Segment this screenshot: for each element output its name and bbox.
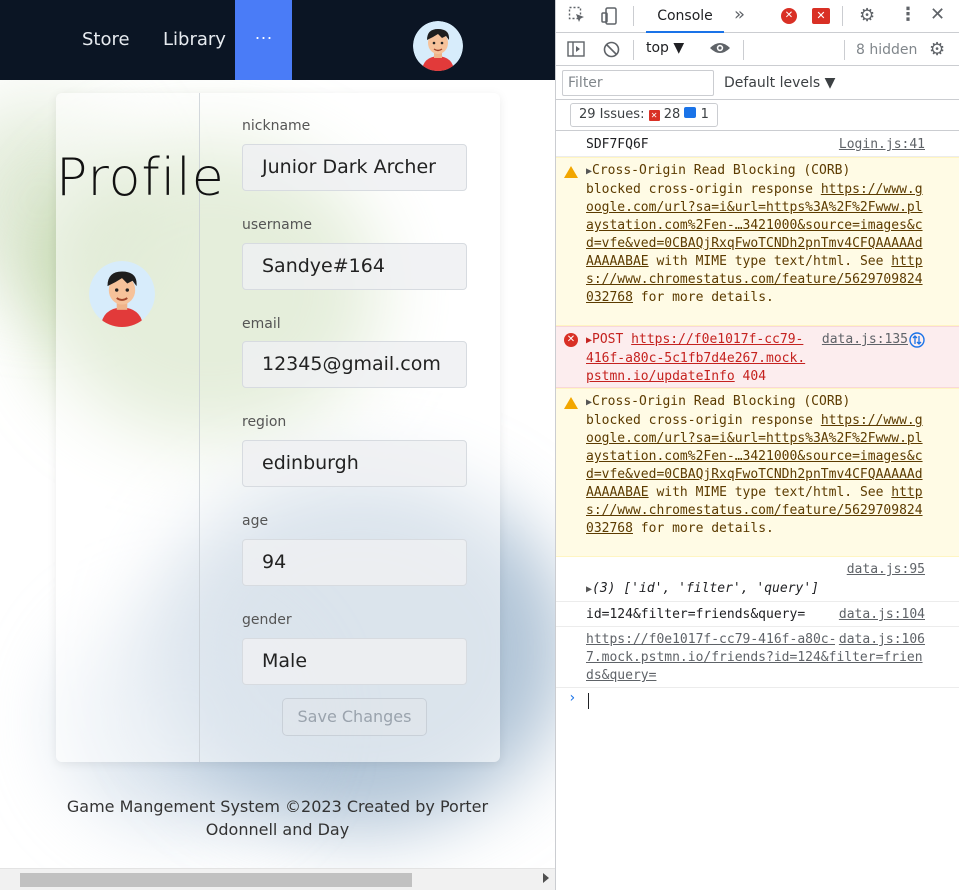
scroll-right-arrow-icon[interactable]: [543, 873, 549, 883]
warning-text: blocked cross-origin response: [586, 182, 821, 197]
warning-text-post: for more details.: [632, 521, 774, 536]
warning-text: blocked cross-origin response: [586, 413, 821, 428]
filter-input[interactable]: Filter: [562, 70, 714, 96]
age-label: age: [242, 513, 269, 529]
message-source-link[interactable]: data.js:95: [847, 561, 925, 579]
show-sidebar-icon[interactable]: [567, 41, 585, 61]
warning-icon: [564, 164, 578, 178]
top-navbar: Store Library ···: [0, 0, 555, 80]
issues-label: 29 Issues:: [579, 107, 645, 122]
footer: Game Mangement System ©2023 Created by P…: [0, 795, 555, 841]
text-caret: [588, 693, 589, 709]
context-select[interactable]: top ▼: [646, 40, 684, 56]
network-request-icon[interactable]: [909, 332, 925, 354]
issues-error-count: 28: [663, 107, 681, 122]
game-management-app: Store Library ··· Profile nickname Junio…: [0, 0, 555, 890]
age-field[interactable]: 94: [242, 539, 467, 586]
error-status: 404: [742, 369, 767, 384]
kebab-menu-icon[interactable]: ⋮: [899, 4, 917, 25]
clear-console-icon[interactable]: [603, 41, 620, 62]
console-message-error: ✕ ▶POST https://f0e1017f-cc79-416f-a80c-…: [556, 326, 959, 388]
console-message-log: SDF7FQ6F Login.js:41: [556, 132, 959, 157]
profile-card: Profile nickname Junior Dark Archer user…: [56, 93, 500, 762]
nav-library-link[interactable]: Library: [163, 0, 226, 80]
more-tabs-chevron-icon[interactable]: »: [734, 4, 745, 25]
gender-field[interactable]: Male: [242, 638, 467, 685]
log-levels-dropdown[interactable]: Default levels ▼: [724, 75, 835, 91]
console-prompt[interactable]: ›: [556, 688, 959, 714]
issues-info-icon: [684, 107, 697, 118]
profile-avatar-icon[interactable]: [89, 261, 155, 327]
error-icon: ✕: [564, 333, 578, 347]
issues-button[interactable]: 29 Issues: ✕ 28 1: [570, 103, 718, 127]
warning-title: Cross-Origin Read Blocking (CORB): [592, 394, 851, 409]
message-source-link[interactable]: data.js:135: [822, 331, 908, 349]
console-settings-gear-icon[interactable]: ⚙: [929, 39, 945, 60]
message-source-link[interactable]: data.js:104: [839, 606, 925, 624]
warning-icon: [564, 395, 578, 409]
footer-line-1: Game Mangement System ©2023 Created by P…: [66, 797, 489, 816]
hidden-messages-count: 8 hidden: [856, 42, 918, 58]
issues-info-count: 1: [700, 107, 709, 122]
gender-label: gender: [242, 612, 292, 628]
page-title: Profile: [56, 148, 225, 208]
save-changes-button[interactable]: Save Changes: [282, 698, 427, 736]
message-source-link[interactable]: data.js:106: [834, 631, 925, 649]
console-message-log: data.js:95 ▶(3) ['id', 'filter', 'query'…: [556, 557, 959, 602]
live-expression-eye-icon[interactable]: [709, 40, 731, 60]
nickname-field[interactable]: Junior Dark Archer: [242, 144, 467, 191]
console-message-log: https://f0e1017f-cc79-416f-a80c-5c1fb7d4…: [556, 627, 959, 688]
tab-console[interactable]: Console: [646, 0, 724, 33]
user-avatar-icon[interactable]: [413, 21, 463, 71]
array-preview: (3) ['id', 'filter', 'query']: [592, 581, 820, 596]
console-message-warning: ▶Cross-Origin Read Blocking (CORB) block…: [556, 388, 959, 557]
message-source-link[interactable]: Login.js:41: [839, 136, 925, 154]
nav-store-link[interactable]: Store: [82, 0, 130, 80]
device-toolbar-icon[interactable]: [600, 6, 620, 30]
warning-text-mid: with MIME type text/html. See: [648, 485, 892, 500]
console-filter-bar: Filter Default levels ▼: [556, 67, 959, 100]
region-field[interactable]: edinburgh: [242, 440, 467, 487]
region-label: region: [242, 414, 287, 430]
devtools-tabbar: Console » ✕ ✕ ⚙ ⋮ ✕: [556, 0, 959, 33]
error-method: POST: [592, 332, 624, 347]
close-devtools-icon[interactable]: ✕: [930, 4, 945, 25]
issues-error-icon: ✕: [648, 110, 660, 121]
settings-gear-icon[interactable]: ⚙: [859, 5, 875, 26]
email-field[interactable]: 12345@gmail.com: [242, 341, 467, 388]
devtools-panel: Console » ✕ ✕ ⚙ ⋮ ✕ top ▼ 8 hidden ⚙ Fil…: [555, 0, 959, 890]
error-count-square-icon[interactable]: ✕: [812, 8, 830, 24]
console-message-warning: ▶Cross-Origin Read Blocking (CORB) block…: [556, 157, 959, 326]
username-label: username: [242, 217, 312, 233]
username-field[interactable]: Sandye#164: [242, 243, 467, 290]
inspect-element-icon[interactable]: [568, 6, 586, 28]
warning-text-post: for more details.: [632, 290, 774, 305]
warning-title: Cross-Origin Read Blocking (CORB): [592, 163, 851, 178]
console-message-log: id=124&filter=friends&query= data.js:104: [556, 602, 959, 627]
scrollbar-thumb[interactable]: [20, 873, 412, 887]
issues-bar: 29 Issues: ✕ 28 1: [556, 100, 959, 131]
error-count-circle-icon[interactable]: ✕: [781, 8, 797, 24]
warning-text-mid: with MIME type text/html. See: [648, 254, 892, 269]
nickname-label: nickname: [242, 118, 311, 134]
nav-more-button[interactable]: ···: [235, 0, 292, 80]
prompt-chevron-icon: ›: [568, 690, 577, 706]
horizontal-scrollbar[interactable]: [0, 868, 555, 890]
email-label: email: [242, 316, 281, 332]
footer-line-2: Odonnell and Day: [205, 820, 350, 839]
console-toolbar: top ▼ 8 hidden ⚙: [556, 34, 959, 66]
